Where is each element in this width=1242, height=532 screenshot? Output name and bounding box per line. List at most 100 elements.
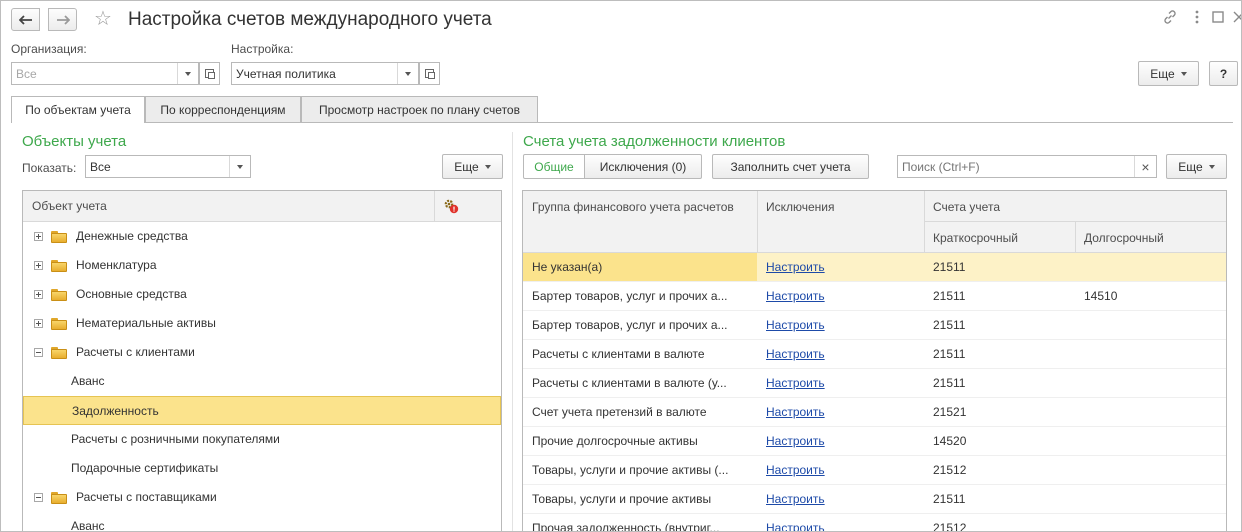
star-icon[interactable]: ☆	[94, 8, 112, 30]
tree-item[interactable]: Расчеты с клиентами	[23, 338, 501, 367]
back-button[interactable]	[11, 8, 40, 31]
header-divider	[434, 191, 435, 222]
table-row[interactable]: Расчеты с клиентами в валюте (у... Настро…	[523, 369, 1226, 398]
group-cell: Не указан(а)	[523, 253, 757, 281]
accounts-more-button[interactable]: Еще	[1166, 154, 1227, 179]
configure-link[interactable]: Настроить	[766, 347, 825, 361]
short-term-cell: 21521	[933, 405, 967, 419]
tree-item[interactable]: Основные средства	[23, 280, 501, 309]
table-row[interactable]: Товары, услуги и прочие активы Настроить 2…	[523, 485, 1226, 514]
exceptions-cell: Настроить	[766, 369, 916, 397]
link-icon[interactable]	[1161, 9, 1179, 27]
subtab-exceptions[interactable]: Исключения (0)	[585, 154, 702, 179]
setting-open-button[interactable]	[419, 62, 440, 85]
tree-item[interactable]: Денежные средства	[23, 222, 501, 251]
maximize-icon[interactable]	[1209, 9, 1227, 27]
configure-link[interactable]: Настроить	[766, 434, 825, 448]
configure-link[interactable]: Настроить	[766, 376, 825, 390]
subtab-general[interactable]: Общие	[523, 154, 585, 179]
organization-field[interactable]: Все	[11, 62, 199, 85]
organization-label: Организация:	[11, 42, 87, 56]
tree-item[interactable]: Подарочные сертификаты	[23, 454, 501, 483]
gear-warning-icon[interactable]	[443, 198, 459, 214]
table-row[interactable]: Бартер товаров, услуг и прочих а... Настр…	[523, 311, 1226, 340]
objects-more-button[interactable]: Еще	[442, 154, 503, 179]
table-row[interactable]: Расчеты с клиентами в валюте Настроить 215…	[523, 340, 1226, 369]
setting-field[interactable]: Учетная политика	[231, 62, 419, 85]
more-button[interactable]: Еще	[1138, 61, 1199, 86]
configure-link[interactable]: Настроить	[766, 260, 825, 274]
exceptions-cell: Настроить	[766, 427, 916, 455]
show-filter-field[interactable]: Все	[85, 155, 251, 178]
column-header-accounts: Счета учета	[933, 200, 1000, 214]
short-term-cell: 21511	[933, 347, 966, 361]
tree-item-label: Расчеты с розничными покупателями	[71, 432, 280, 446]
receivables-title: Счета учета задолженности клиентов	[523, 133, 786, 150]
long-term-cell	[1084, 340, 1224, 368]
column-header-group: Группа финансового учета расчетов	[532, 200, 734, 214]
setting-value: Учетная политика	[236, 67, 336, 81]
configure-link[interactable]: Настроить	[766, 318, 825, 332]
tree-item[interactable]: Аванс	[23, 367, 501, 396]
setting-dropdown-button[interactable]	[397, 63, 418, 84]
tree-item[interactable]: Номенклатура	[23, 251, 501, 280]
collapse-icon[interactable]	[34, 493, 43, 502]
forward-button[interactable]	[48, 8, 77, 31]
more-vertical-icon[interactable]	[1188, 9, 1206, 27]
table-row[interactable]: Не указан(а) Настроить 21511	[523, 253, 1226, 282]
tab-by-correspondence[interactable]: По корреспонденциям	[145, 96, 301, 122]
expand-icon[interactable]	[34, 319, 43, 328]
exceptions-cell: Настроить	[766, 340, 916, 368]
folder-icon	[51, 318, 67, 330]
configure-link[interactable]: Настроить	[766, 289, 825, 303]
configure-link[interactable]: Настроить	[766, 521, 825, 531]
group-cell: Бартер товаров, услуг и прочих а...	[532, 318, 728, 332]
search-field[interactable]: ×	[897, 155, 1157, 178]
expand-icon[interactable]	[34, 232, 43, 241]
search-clear-button[interactable]: ×	[1134, 156, 1156, 177]
tree-item[interactable]: Задолженность	[23, 396, 501, 425]
expand-icon[interactable]	[34, 261, 43, 270]
long-term-cell	[1084, 369, 1224, 397]
accounts-table-header: Группа финансового учета расчетов Исключ…	[523, 191, 1226, 253]
exceptions-cell: Настроить	[766, 485, 916, 513]
table-row[interactable]: Бартер товаров, услуг и прочих а... Настр…	[523, 282, 1226, 311]
tree-item[interactable]: Аванс	[23, 512, 501, 531]
accounts-table[interactable]: Группа финансового учета расчетов Исключ…	[522, 190, 1227, 532]
long-term-cell	[1084, 427, 1224, 455]
tree-item-label: Подарочные сертификаты	[71, 461, 219, 475]
chevron-down-icon	[484, 164, 491, 169]
more-label: Еще	[1150, 66, 1175, 81]
table-row[interactable]: Товары, услуги и прочие активы (... Настр…	[523, 456, 1226, 485]
fill-account-button[interactable]: Заполнить счет учета	[712, 154, 869, 179]
group-cell: Прочая задолженность (внутриг...	[532, 521, 720, 532]
table-row[interactable]: Счет учета претензий в валюте Настроить 21…	[523, 398, 1226, 427]
group-cell: Товары, услуги и прочие активы	[532, 492, 712, 506]
column-header-exceptions: Исключения	[766, 200, 835, 214]
configure-link[interactable]: Настроить	[766, 492, 825, 506]
close-icon[interactable]	[1230, 9, 1241, 27]
expand-icon[interactable]	[34, 290, 43, 299]
collapse-icon[interactable]	[34, 348, 43, 357]
header-divider	[757, 191, 758, 253]
table-row[interactable]: Прочая задолженность (внутриг... Настроит…	[523, 514, 1226, 532]
folder-icon	[51, 260, 67, 272]
show-filter-dropdown-button[interactable]	[229, 156, 250, 177]
short-term-cell: 21511	[933, 376, 966, 390]
panel-divider	[512, 132, 513, 531]
table-row[interactable]: Прочие долгосрочные активы Настроить 14520	[523, 427, 1226, 456]
tab-chart-of-accounts-view[interactable]: Просмотр настроек по плану счетов	[301, 96, 538, 122]
configure-link[interactable]: Настроить	[766, 405, 825, 419]
help-button[interactable]: ?	[1209, 61, 1238, 86]
tree-item[interactable]: Расчеты с розничными покупателями	[23, 425, 501, 454]
tab-by-objects[interactable]: По объектам учета	[11, 96, 145, 123]
organization-open-button[interactable]	[199, 62, 220, 85]
organization-dropdown-button[interactable]	[177, 63, 198, 84]
configure-link[interactable]: Настроить	[766, 463, 825, 477]
search-input[interactable]	[898, 156, 1134, 177]
objects-tree[interactable]: Объект учета Денежные средства Номенклату…	[22, 190, 502, 531]
chevron-down-icon	[237, 164, 243, 169]
tree-item[interactable]: Нематериальные активы	[23, 309, 501, 338]
short-term-cell: 14520	[933, 434, 967, 448]
tree-item[interactable]: Расчеты с поставщиками	[23, 483, 501, 512]
